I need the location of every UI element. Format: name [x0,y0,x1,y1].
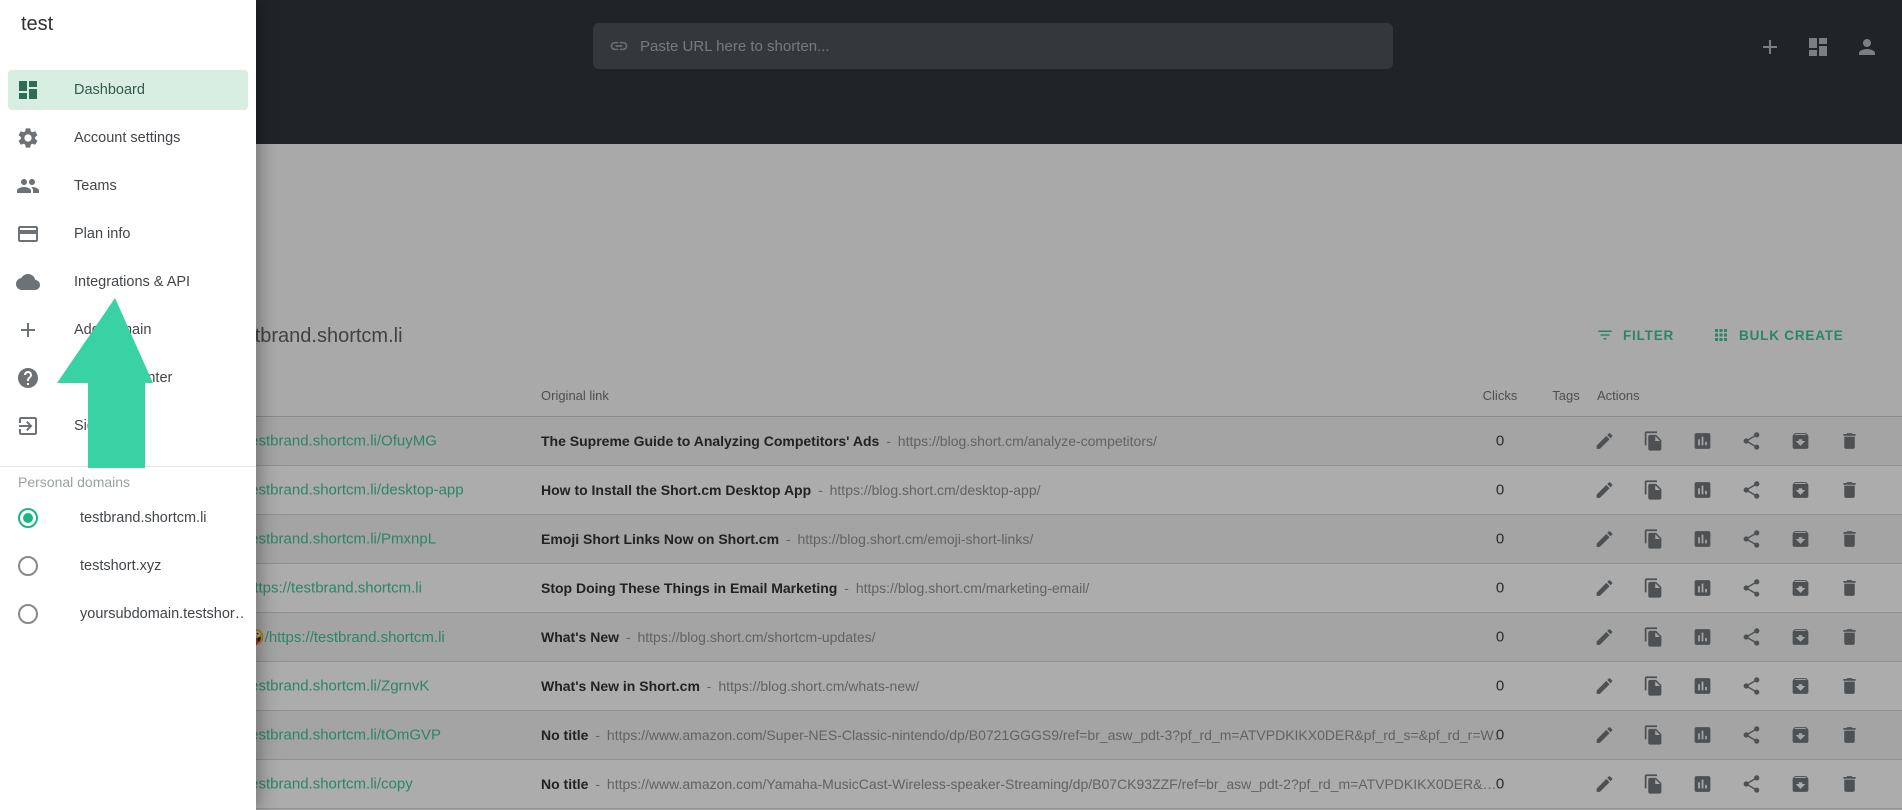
sidebar-item-label: Support Center [74,370,172,386]
sidebar-item-label: Sign out [74,418,127,434]
radio-icon [18,556,38,576]
dashboard-icon [16,78,40,102]
drawer-scrim[interactable] [0,0,1902,810]
sidebar-item-dashboard[interactable]: Dashboard [8,70,248,110]
sidebar-item-label: Account settings [74,130,180,146]
sidebar-item-plan-info[interactable]: Plan info [8,214,248,254]
radio-selected-icon [18,508,38,528]
sidebar-drawer: test Dashboard Account settings Teams Pl… [0,0,256,810]
domain-item-testshort-xyz[interactable]: testshort.xyz [0,542,256,590]
personal-domains-label: Personal domains [18,474,130,490]
workspace-name: test [21,13,53,36]
sidebar-item-label: Integrations & API [74,274,190,290]
personal-domains-list: testbrand.shortcm.li testshort.xyz yours… [0,494,256,638]
sidebar-item-support-center[interactable]: Support Center [8,358,248,398]
cloud-icon [16,270,40,294]
sidebar-item-teams[interactable]: Teams [8,166,248,206]
radio-icon [18,604,38,624]
app-root: Paste URL here to shorten... testbrand.s… [0,0,1902,810]
help-icon [16,366,40,390]
sidebar-item-account-settings[interactable]: Account settings [8,118,248,158]
sidebar-item-sign-out[interactable]: Sign out [8,406,248,446]
sidebar-item-label: Add domain [74,322,151,338]
domain-label: testshort.xyz [80,558,161,574]
sidebar-item-label: Dashboard [74,82,145,98]
domain-label: yoursubdomain.testshor… [80,606,245,622]
sidebar-divider [0,466,256,467]
sidebar-item-label: Teams [74,178,117,194]
sidebar-menu: Dashboard Account settings Teams Plan in… [0,70,256,454]
domain-item-testbrand-shortcm-li[interactable]: testbrand.shortcm.li [0,494,256,542]
domain-label: testbrand.shortcm.li [80,510,207,526]
gear-icon [16,126,40,150]
plus-icon [16,318,40,342]
sidebar-item-label: Plan info [74,226,130,242]
signout-icon [16,414,40,438]
domain-item-yoursubdomain-testshor[interactable]: yoursubdomain.testshor… [0,590,256,638]
sidebar-item-add-domain[interactable]: Add domain [8,310,248,350]
sidebar-item-integrations-api[interactable]: Integrations & API [8,262,248,302]
people-icon [16,174,40,198]
card-icon [16,222,40,246]
